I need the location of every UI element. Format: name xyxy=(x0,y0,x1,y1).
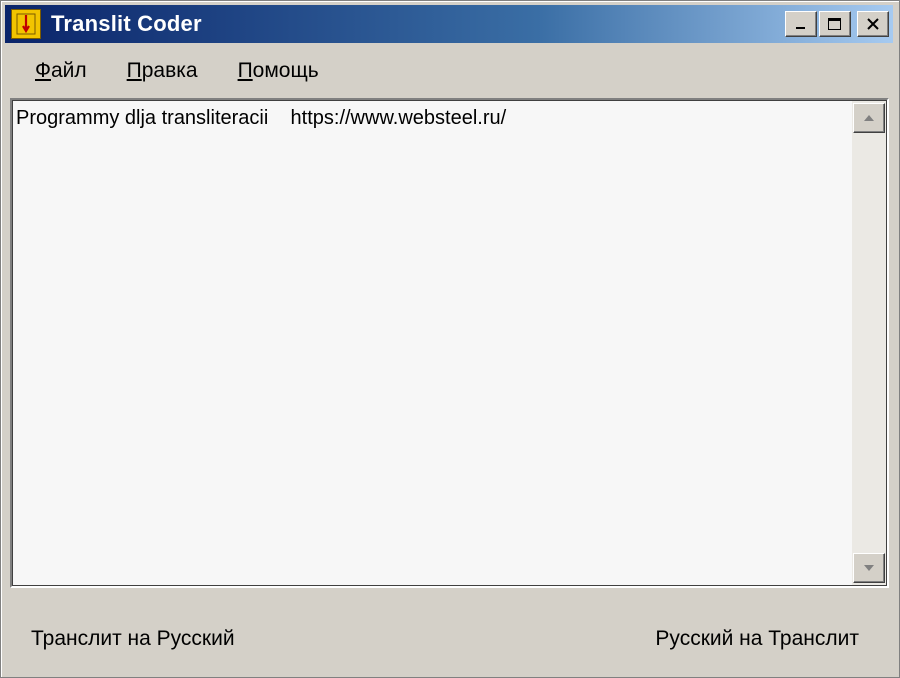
scroll-up-button[interactable] xyxy=(853,103,885,133)
menu-file-mnemonic: Ф xyxy=(35,59,51,82)
scroll-quill-icon xyxy=(16,13,36,35)
menu-help-label: омощь xyxy=(252,59,319,82)
menu-edit-mnemonic: П xyxy=(126,59,142,82)
app-window: Translit Coder Файл Правка Помощь Progra… xyxy=(0,0,900,678)
text-editor[interactable]: Programmy dlja transliteracii https://ww… xyxy=(10,98,889,588)
menu-bar: Файл Правка Помощь xyxy=(5,51,893,91)
close-button[interactable] xyxy=(857,11,889,37)
vertical-scrollbar[interactable] xyxy=(852,101,886,585)
scroll-down-button[interactable] xyxy=(853,553,885,583)
arrow-down-icon xyxy=(864,565,874,571)
maximize-icon xyxy=(828,18,841,30)
editor-area[interactable]: Programmy dlja transliteracii https://ww… xyxy=(13,101,886,585)
maximize-button[interactable] xyxy=(819,11,851,37)
minimize-icon xyxy=(796,27,805,29)
app-icon[interactable] xyxy=(11,9,41,39)
arrow-up-icon xyxy=(864,115,874,121)
menu-edit-label: равка xyxy=(141,59,198,82)
translit-to-russian-button[interactable]: Транслит на Русский xyxy=(19,613,247,665)
window-title: Translit Coder xyxy=(51,11,202,36)
window-controls xyxy=(785,11,889,37)
minimize-button[interactable] xyxy=(785,11,817,37)
title-bar[interactable]: Translit Coder xyxy=(5,5,893,43)
close-icon xyxy=(867,18,879,30)
menu-help[interactable]: Помощь xyxy=(224,59,333,83)
russian-to-translit-button[interactable]: Русский на Транслит xyxy=(643,613,871,665)
menu-file-label: айл xyxy=(50,59,87,82)
menu-edit[interactable]: Правка xyxy=(113,59,212,83)
menu-help-mnemonic: П xyxy=(237,59,253,82)
menu-file[interactable]: Файл xyxy=(21,59,101,83)
editor-text[interactable]: Programmy dlja transliteracii https://ww… xyxy=(16,107,850,130)
